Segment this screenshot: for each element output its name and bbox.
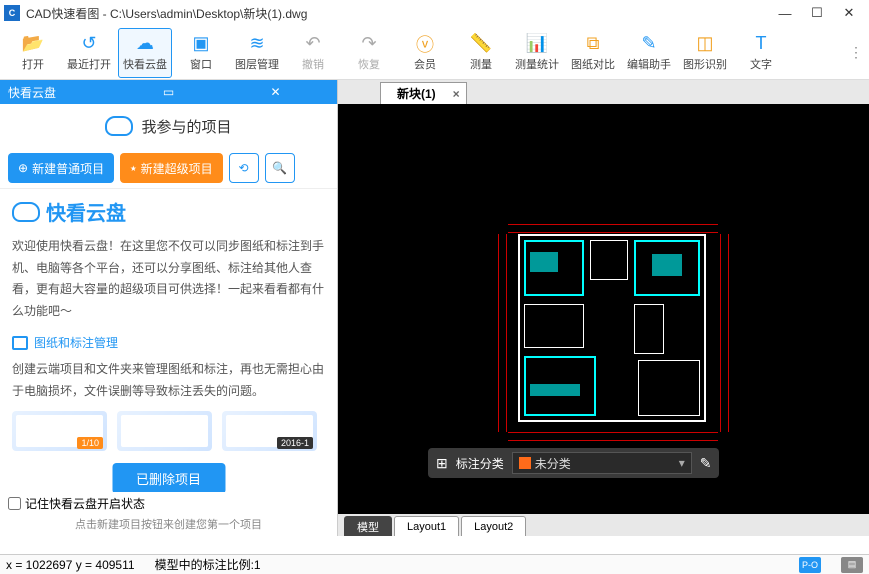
coords-label: x = 1022697 y = 409511	[6, 558, 135, 572]
annotation-bar: ⊞ 标注分类 未分类 ▾ ✎	[428, 448, 719, 478]
recent-button[interactable]: ↺最近打开	[62, 28, 116, 78]
main-toolbar: 📂打开 ↺最近打开 ☁快看云盘 ▣窗口 ≋图层管理 ↶撤销 ↷恢复 ⓥ会员 📏测…	[0, 26, 869, 80]
clock-icon: ↺	[77, 34, 101, 54]
close-button[interactable]: ✕	[833, 2, 865, 24]
window-title: CAD快速看图 - C:\Users\admin\Desktop\新块(1).d…	[26, 5, 769, 22]
deleted-projects-button[interactable]: 已删除项目	[112, 463, 225, 492]
category-select[interactable]: 未分类 ▾	[512, 452, 692, 474]
drawing-viewport[interactable]: ⊞ 标注分类 未分类 ▾ ✎	[338, 104, 869, 514]
toolbar-more[interactable]: ⋮	[849, 44, 863, 61]
canvas-area: 新块(1)× ⊞ 标注分类 未分类 ▾ ✎	[338, 80, 869, 536]
text-button[interactable]: T文字	[734, 28, 788, 78]
panel-title: 快看云盘	[8, 84, 115, 101]
my-projects-label: 我参与的项目	[141, 116, 231, 137]
hint-text: 点击新建项目按钮来创建您第一个项目	[0, 514, 337, 536]
doc-icon	[12, 336, 28, 350]
layers-button[interactable]: ≋图层管理	[230, 28, 284, 78]
recognize-button[interactable]: ◫图形识别	[678, 28, 732, 78]
measure-button[interactable]: 📏测量	[454, 28, 508, 78]
floor-plan	[518, 234, 708, 424]
remember-label: 记住快看云盘开启状态	[25, 495, 145, 512]
annot-label: 标注分类	[456, 455, 504, 472]
sidebar: 快看云盘 ▭ ✕ 我参与的项目 ⊕ 新建普通项目 ⭑ 新建超级项目 ⟲ 🔍 快看…	[0, 80, 338, 536]
tab-layout1[interactable]: Layout1	[394, 516, 459, 536]
vip-button[interactable]: ⓥ会员	[398, 28, 452, 78]
cloud-outline-icon	[105, 116, 133, 136]
status-grid-button[interactable]: ▤	[841, 557, 863, 573]
compare-icon: ⧉	[581, 34, 605, 54]
tab-close-icon[interactable]: ×	[453, 87, 460, 101]
section-desc: 创建云端项目和文件夹来管理图纸和标注，再也无需担心由于电脑损坏，文件误删等导致标…	[12, 359, 325, 402]
cloud-icon: ☁	[133, 34, 157, 54]
panel-close-icon[interactable]: ✕	[222, 85, 329, 99]
new-normal-project-button[interactable]: ⊕ 新建普通项目	[8, 153, 114, 183]
brand-title: 快看云盘	[46, 197, 126, 226]
window-button[interactable]: ▣窗口	[174, 28, 228, 78]
search-button[interactable]: 🔍	[265, 153, 295, 183]
redo-icon: ↷	[357, 34, 381, 54]
undo-button[interactable]: ↶撤销	[286, 28, 340, 78]
section-title: 图纸和标注管理	[34, 334, 118, 351]
folder-icon: 📂	[21, 34, 45, 54]
window-icon: ▣	[189, 34, 213, 54]
compare-button[interactable]: ⧉图纸对比	[566, 28, 620, 78]
scale-label: 模型中的标注比例:1	[155, 556, 261, 573]
undo-icon: ↶	[301, 34, 325, 54]
ruler-icon: 📏	[469, 34, 493, 54]
layout-tabs: 模型 Layout1 Layout2	[338, 514, 869, 536]
cloud-button[interactable]: ☁快看云盘	[118, 28, 172, 78]
thumbnail-3: 2016-1	[222, 411, 317, 451]
grid-icon[interactable]: ⊞	[436, 455, 448, 472]
edit-icon: ✎	[637, 34, 661, 54]
shape-icon: ◫	[693, 34, 717, 54]
status-po-button[interactable]: P-O	[799, 557, 821, 573]
edit-category-icon[interactable]: ✎	[700, 455, 712, 472]
refresh-button[interactable]: ⟲	[229, 153, 259, 183]
vip-icon: ⓥ	[413, 34, 437, 54]
redo-button[interactable]: ↷恢复	[342, 28, 396, 78]
color-swatch	[519, 457, 531, 469]
brand-cloud-icon	[12, 202, 40, 222]
thumbnail-1: 1/10	[12, 411, 107, 451]
maximize-button[interactable]: ☐	[801, 2, 833, 24]
dropdown-arrow-icon: ▾	[679, 456, 685, 470]
app-icon: C	[4, 5, 20, 21]
editor-button[interactable]: ✎编辑助手	[622, 28, 676, 78]
tab-model[interactable]: 模型	[344, 516, 392, 536]
stats-icon: 📊	[525, 34, 549, 54]
panel-header: 快看云盘 ▭ ✕	[0, 80, 337, 104]
status-bar: x = 1022697 y = 409511 模型中的标注比例:1 P-O ▤	[0, 554, 869, 574]
panel-min-icon[interactable]: ▭	[115, 85, 222, 99]
file-tab[interactable]: 新块(1)×	[380, 82, 467, 104]
new-super-project-button[interactable]: ⭑ 新建超级项目	[120, 153, 223, 183]
open-button[interactable]: 📂打开	[6, 28, 60, 78]
text-icon: T	[749, 34, 773, 54]
remember-checkbox[interactable]	[8, 497, 21, 510]
welcome-text: 欢迎使用快看云盘！在这里您不仅可以同步图纸和标注到手机、电脑等各个平台，还可以分…	[12, 236, 325, 322]
tab-layout2[interactable]: Layout2	[461, 516, 526, 536]
thumbnail-2	[117, 411, 212, 451]
stats-button[interactable]: 📊测量统计	[510, 28, 564, 78]
layers-icon: ≋	[245, 34, 269, 54]
minimize-button[interactable]: —	[769, 2, 801, 24]
